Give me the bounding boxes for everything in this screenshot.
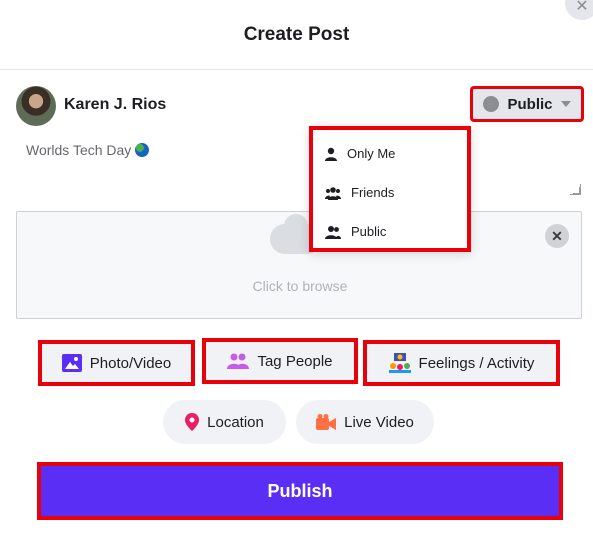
- dialog-title: Create Post: [243, 23, 350, 45]
- live-video-label: Live Video: [344, 413, 414, 431]
- earth-emoji-icon: [135, 143, 150, 157]
- browse-hint: Click to browse: [252, 278, 348, 294]
- feelings-activity-button[interactable]: Feelings / Activity: [363, 340, 560, 386]
- location-button[interactable]: Location: [163, 400, 286, 444]
- friends-icon: [325, 186, 341, 200]
- photo-video-label: Photo/Video: [89, 354, 172, 372]
- live-video-button[interactable]: Live Video: [296, 400, 434, 444]
- menu-item-label: Only Me: [347, 146, 396, 161]
- tag-people-button[interactable]: Tag People: [202, 338, 358, 384]
- privacy-dropdown-menu: Only Me Friends Public: [309, 126, 471, 252]
- feelings-activity-label: Feelings / Activity: [418, 354, 535, 372]
- location-pin-icon: [185, 413, 200, 431]
- dialog-header: Create Post: [0, 0, 593, 70]
- live-video-icon: [316, 414, 337, 430]
- textarea-resize-handle[interactable]: [570, 184, 581, 195]
- feelings-icon: [388, 353, 411, 373]
- chevron-down-icon: [560, 101, 571, 107]
- menu-item-label: Friends: [351, 185, 395, 200]
- privacy-selector-button[interactable]: Public: [470, 86, 584, 122]
- person-icon: [325, 147, 337, 161]
- menu-item-friends[interactable]: Friends: [325, 185, 394, 200]
- globe-icon: [483, 96, 500, 112]
- post-text: Worlds Tech Day: [26, 142, 132, 158]
- media-dropzone[interactable]: Click to browse ✕: [16, 211, 582, 319]
- publish-button[interactable]: Publish: [37, 462, 563, 520]
- menu-item-public[interactable]: Public: [325, 224, 386, 239]
- dropzone-close-icon[interactable]: ✕: [545, 224, 569, 248]
- photo-video-button[interactable]: Photo/Video: [38, 340, 195, 386]
- post-text-area[interactable]: Worlds Tech Day: [26, 142, 150, 158]
- user-name: Karen J. Rios: [64, 96, 167, 113]
- tag-people-label: Tag People: [257, 352, 333, 370]
- photo-icon: [61, 354, 82, 372]
- location-label: Location: [207, 413, 264, 431]
- people-icon: [325, 225, 341, 239]
- menu-item-label: Public: [351, 224, 387, 239]
- avatar: [16, 86, 56, 126]
- menu-item-only-me[interactable]: Only Me: [325, 146, 395, 161]
- tag-people-icon: [227, 353, 250, 369]
- privacy-selected-label: Public: [507, 95, 553, 113]
